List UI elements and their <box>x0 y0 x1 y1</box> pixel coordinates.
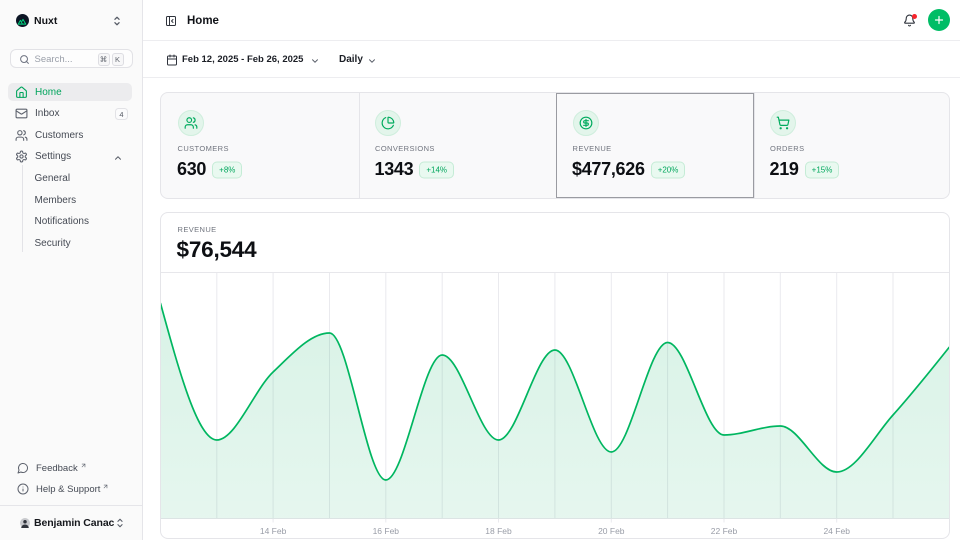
svg-text:22 Feb: 22 Feb <box>711 526 738 536</box>
svg-text:16 Feb: 16 Feb <box>373 526 400 536</box>
svg-text:18 Feb: 18 Feb <box>485 526 512 536</box>
svg-text:20 Feb: 20 Feb <box>598 526 625 536</box>
svg-text:14 Feb: 14 Feb <box>260 526 287 536</box>
svg-text:24 Feb: 24 Feb <box>823 526 850 536</box>
